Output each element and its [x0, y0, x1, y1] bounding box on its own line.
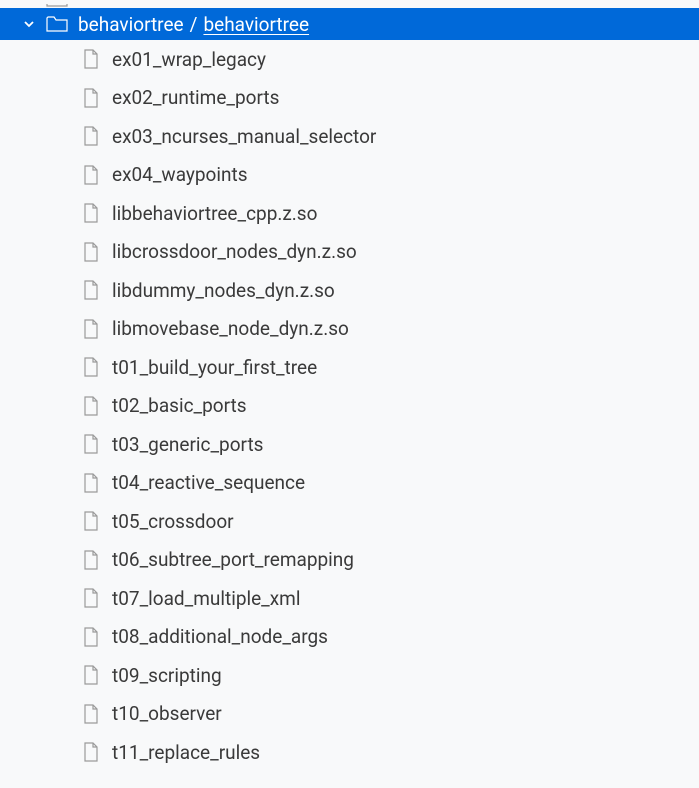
file-icon — [82, 626, 100, 648]
file-icon — [82, 472, 100, 494]
file-label: t01_build_your_first_tree — [112, 356, 317, 379]
file-icon — [82, 87, 100, 109]
tree-file-row[interactable]: t06_subtree_port_remapping — [0, 541, 699, 580]
chevron-down-icon — [20, 15, 38, 33]
file-label: libmovebase_node_dyn.z.so — [112, 317, 349, 340]
file-label: ex02_runtime_ports — [112, 86, 279, 109]
tree-file-row[interactable]: t05_crossdoor — [0, 502, 699, 541]
file-label: libbehaviortree_cpp.z.so — [112, 202, 317, 225]
file-label: t07_load_multiple_xml — [112, 587, 300, 610]
tree-folder-row-selected[interactable]: behaviortree/behaviortree — [0, 8, 699, 40]
tree-file-row[interactable]: ex03_ncurses_manual_selector — [0, 117, 699, 156]
file-icon — [82, 433, 100, 455]
tree-file-row[interactable]: libbehaviortree_cpp.z.so — [0, 194, 699, 233]
file-label: t10_observer — [112, 702, 222, 725]
tree-file-row[interactable]: t11_replace_rules — [0, 733, 699, 772]
file-icon — [82, 125, 100, 147]
tree-file-row[interactable]: t01_build_your_first_tree — [0, 348, 699, 387]
tree-file-row[interactable]: t04_reactive_sequence — [0, 464, 699, 503]
file-label: t08_additional_node_args — [112, 625, 328, 648]
file-icon — [82, 703, 100, 725]
breadcrumb-separator: / — [190, 13, 198, 36]
file-label: t02_basic_ports — [112, 394, 247, 417]
file-icon — [82, 395, 100, 417]
file-label: ex04_waypoints — [112, 163, 248, 186]
tree-file-row[interactable]: t03_generic_ports — [0, 425, 699, 464]
tree-file-row[interactable]: ex01_wrap_legacy — [0, 40, 699, 79]
breadcrumb-segment[interactable]: behaviortree — [203, 13, 309, 36]
folder-icon — [46, 4, 68, 8]
tree-file-row[interactable]: t09_scripting — [0, 656, 699, 695]
tree-file-row[interactable]: ex04_waypoints — [0, 156, 699, 195]
tree-file-row[interactable]: t08_additional_node_args — [0, 618, 699, 657]
file-icon — [82, 279, 100, 301]
file-icon — [82, 741, 100, 763]
file-label: t11_replace_rules — [112, 741, 260, 764]
file-label: ex01_wrap_legacy — [112, 48, 266, 71]
breadcrumb: behaviortree/behaviortree — [78, 13, 309, 36]
file-list: ex01_wrap_legacy ex02_runtime_ports ex03_n… — [0, 40, 699, 772]
tree-file-row[interactable]: t02_basic_ports — [0, 387, 699, 426]
file-icon — [82, 664, 100, 686]
file-label: t04_reactive_sequence — [112, 471, 305, 494]
chevron-right-icon — [20, 4, 38, 8]
tree-file-row[interactable]: t07_load_multiple_xml — [0, 579, 699, 618]
tree-file-row[interactable]: libmovebase_node_dyn.z.so — [0, 310, 699, 349]
folder-icon — [46, 15, 68, 33]
file-icon — [82, 164, 100, 186]
file-label: libdummy_nodes_dyn.z.so — [112, 279, 335, 302]
file-label: t09_scripting — [112, 664, 222, 687]
file-icon — [82, 202, 100, 224]
file-label: t03_generic_ports — [112, 433, 263, 456]
file-icon — [82, 356, 100, 378]
file-icon — [82, 510, 100, 532]
file-label: libcrossdoor_nodes_dyn.z.so — [112, 240, 357, 263]
file-icon — [82, 48, 100, 70]
file-icon — [82, 549, 100, 571]
file-icon — [82, 241, 100, 263]
tree-file-row[interactable]: libcrossdoor_nodes_dyn.z.so — [0, 233, 699, 272]
file-icon — [82, 587, 100, 609]
file-label: ex03_ncurses_manual_selector — [112, 125, 376, 148]
file-tree: behaviortree/behaviortree ex01_wrap_lega… — [0, 0, 699, 772]
file-label: t06_subtree_port_remapping — [112, 548, 354, 571]
file-label: t05_crossdoor — [112, 510, 234, 533]
tree-file-row[interactable]: ex02_runtime_ports — [0, 79, 699, 118]
tree-file-row[interactable]: t10_observer — [0, 695, 699, 734]
tree-file-row[interactable]: libdummy_nodes_dyn.z.so — [0, 271, 699, 310]
breadcrumb-segment[interactable]: behaviortree — [78, 13, 184, 36]
file-icon — [82, 318, 100, 340]
